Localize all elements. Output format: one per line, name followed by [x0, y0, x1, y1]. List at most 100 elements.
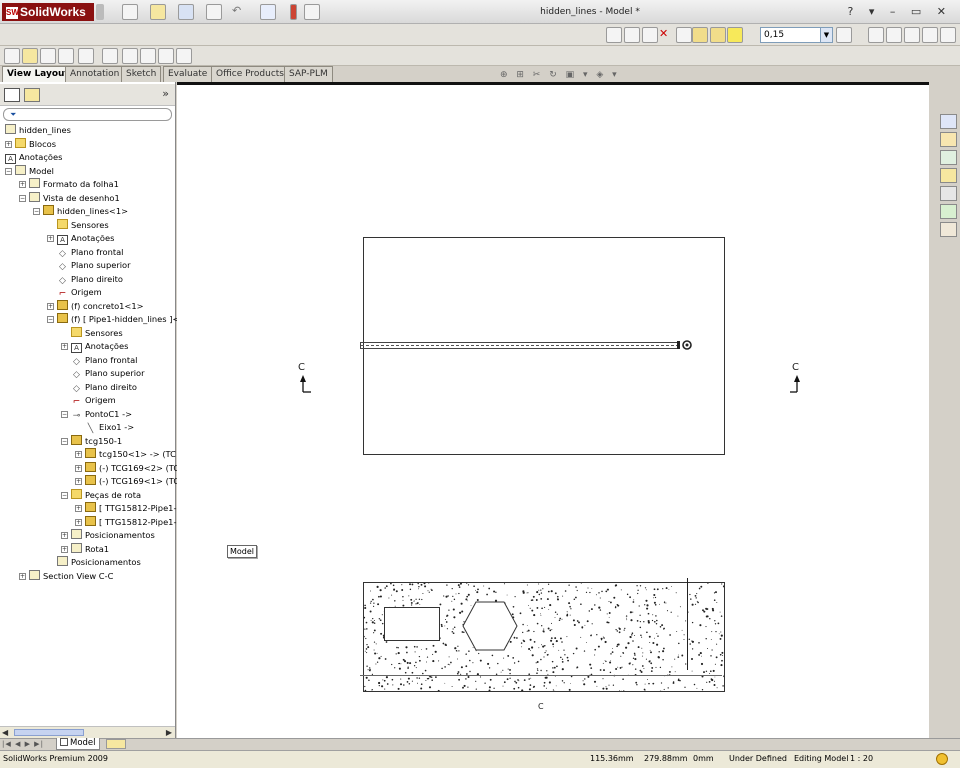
delete-icon[interactable]: ✕ — [659, 27, 675, 43]
tree-item[interactable]: ◇ Plano superior — [61, 367, 145, 380]
tree-item[interactable]: + Blocos — [5, 137, 56, 151]
expand-icon[interactable]: + — [75, 478, 82, 485]
display-icon[interactable] — [710, 27, 726, 43]
sheet-icon[interactable] — [642, 27, 658, 43]
window-controls[interactable]: ? ▾ – ▭ ✕ — [848, 0, 952, 24]
tree-item[interactable]: ◇ Plano frontal — [61, 354, 137, 367]
tree-item[interactable]: + (f) concreto1<1> — [47, 299, 144, 313]
apply-scale-icon[interactable] — [836, 27, 852, 43]
tree-item[interactable]: ◇ Plano superior — [47, 259, 131, 272]
detail-view-icon[interactable] — [102, 48, 118, 64]
collapse-icon[interactable]: − — [61, 437, 68, 445]
expand-icon[interactable]: + — [61, 343, 68, 350]
home-tab-icon[interactable] — [940, 132, 957, 147]
tree-item[interactable]: + (-) TCG169<2> (TC — [75, 461, 179, 475]
tree-item[interactable]: ◇ Plano direito — [47, 273, 123, 286]
tree-item[interactable]: + tcg150<1> -> (TC — [75, 448, 176, 461]
tree-item[interactable]: + Rota1 — [61, 542, 109, 556]
collapse-icon[interactable]: − — [33, 208, 40, 215]
tree-item[interactable]: A Anotações — [5, 151, 62, 164]
expand-icon[interactable]: + — [19, 572, 26, 580]
pipe-fitting[interactable] — [677, 340, 693, 350]
rebuild-icon[interactable] — [606, 27, 622, 43]
tab-office-products[interactable]: Office Products — [211, 66, 289, 82]
scroll-right-icon[interactable]: ▶ — [166, 728, 172, 737]
pipe-hidden-lines[interactable] — [360, 342, 680, 349]
properties-icon[interactable] — [624, 27, 640, 43]
expand-icon[interactable]: + — [75, 464, 82, 472]
tree-item[interactable]: − (f) [ Pipe1-hidden_lines ]<1 — [47, 313, 185, 326]
tree-item[interactable]: ⌐ Origem — [47, 286, 102, 299]
expand-icon[interactable]: + — [61, 545, 68, 553]
edit-icon[interactable] — [676, 27, 692, 43]
collapse-icon[interactable]: − — [61, 491, 68, 499]
line-style-icon[interactable] — [922, 27, 938, 43]
tree-item[interactable]: + [ TTG15812-Pipe1-l — [75, 515, 179, 529]
highlight-icon[interactable] — [727, 27, 743, 43]
tree-item[interactable]: + Posicionamentos — [61, 529, 155, 542]
tab-sketch[interactable]: Sketch — [121, 66, 162, 82]
expand-icon[interactable]: + — [19, 181, 26, 188]
line-format-icon[interactable] — [868, 27, 884, 43]
collapse-icon[interactable]: − — [19, 194, 26, 202]
layer-align-icon[interactable] — [940, 27, 956, 43]
crop-view-icon[interactable] — [158, 48, 174, 64]
save-icon[interactable] — [178, 4, 194, 20]
model-view-icon[interactable] — [4, 48, 20, 64]
expand-icon[interactable]: + — [61, 532, 68, 539]
tree-filter-input[interactable]: ⏷ — [3, 108, 172, 121]
line-color-icon[interactable] — [886, 27, 902, 43]
tree-item[interactable]: Sensores — [47, 218, 109, 232]
tree-item[interactable]: ◇ Plano frontal — [47, 246, 123, 259]
expand-icon[interactable]: + — [75, 451, 82, 458]
tree-item[interactable]: + [ TTG15812-Pipe1-l — [75, 502, 179, 515]
tab-annotation[interactable]: Annotation — [65, 66, 125, 82]
traffic-light-icon[interactable] — [290, 4, 297, 20]
print-icon[interactable] — [206, 4, 222, 20]
tree-item[interactable]: − Vista de desenho1 — [19, 191, 120, 205]
tree-item[interactable]: − tcg150-1 — [61, 434, 122, 448]
menu-expand-icon[interactable] — [96, 4, 104, 20]
scroll-left-icon[interactable]: ◀ — [2, 728, 8, 737]
tree-item[interactable]: + A Anotações — [61, 340, 128, 353]
sidebar-horizontal-scrollbar[interactable]: ◀ ▶ — [0, 726, 175, 738]
custom-properties-tab-icon[interactable] — [940, 222, 957, 237]
options-icon[interactable] — [304, 4, 320, 20]
section-arrow-left-icon[interactable] — [297, 373, 313, 395]
break-out-icon[interactable] — [140, 48, 156, 64]
broken-view-icon[interactable] — [122, 48, 138, 64]
scale-input[interactable]: 0,15 ▼ — [760, 27, 833, 43]
resources-tab-icon[interactable] — [940, 114, 957, 129]
heads-up-view-toolbar[interactable]: ⊕ ⊞ ✂ ↻ ▣ ▾ ◈ ▾ — [500, 70, 620, 80]
expand-icon[interactable]: + — [47, 235, 54, 242]
tab-view-layout[interactable]: View Layout — [2, 66, 74, 82]
open-folder-icon[interactable] — [150, 4, 166, 20]
expand-icon[interactable]: + — [75, 505, 82, 512]
select-pointer-icon[interactable] — [260, 4, 276, 20]
appearances-tab-icon[interactable] — [940, 204, 957, 219]
tree-item[interactable]: + (-) TCG169<1> (TC — [75, 475, 179, 488]
solidworks-logo[interactable]: SWSolidWorks — [2, 3, 94, 21]
tree-item[interactable]: − hidden_lines<1> — [33, 205, 128, 218]
alternate-position-icon[interactable] — [176, 48, 192, 64]
expand-icon[interactable]: + — [47, 302, 54, 310]
view-palette-tab-icon[interactable] — [940, 186, 957, 201]
layer-icon[interactable] — [692, 27, 708, 43]
design-library-tab-icon[interactable] — [940, 150, 957, 165]
new-document-icon[interactable] — [122, 4, 138, 20]
rebuild-status-icon[interactable] — [936, 753, 948, 765]
projected-view-icon[interactable] — [22, 48, 38, 64]
tree-item[interactable]: ◇ Plano direito — [61, 381, 137, 394]
auxiliary-view-icon[interactable] — [58, 48, 74, 64]
tree-item[interactable]: Posicionamentos — [47, 556, 141, 569]
collapse-icon[interactable]: − — [61, 410, 68, 418]
expand-icon[interactable]: + — [5, 140, 12, 148]
collapse-icon[interactable]: − — [47, 316, 54, 323]
line-thickness-icon[interactable] — [904, 27, 920, 43]
file-explorer-tab-icon[interactable] — [940, 168, 957, 183]
undo-icon[interactable]: ↶ — [232, 4, 248, 20]
tree-item[interactable]: + Formato da folha1 — [19, 178, 119, 191]
tab-evaluate[interactable]: Evaluate — [163, 66, 213, 82]
collapse-icon[interactable]: − — [5, 167, 12, 175]
feature-tree-tab-icon[interactable] — [4, 88, 20, 102]
